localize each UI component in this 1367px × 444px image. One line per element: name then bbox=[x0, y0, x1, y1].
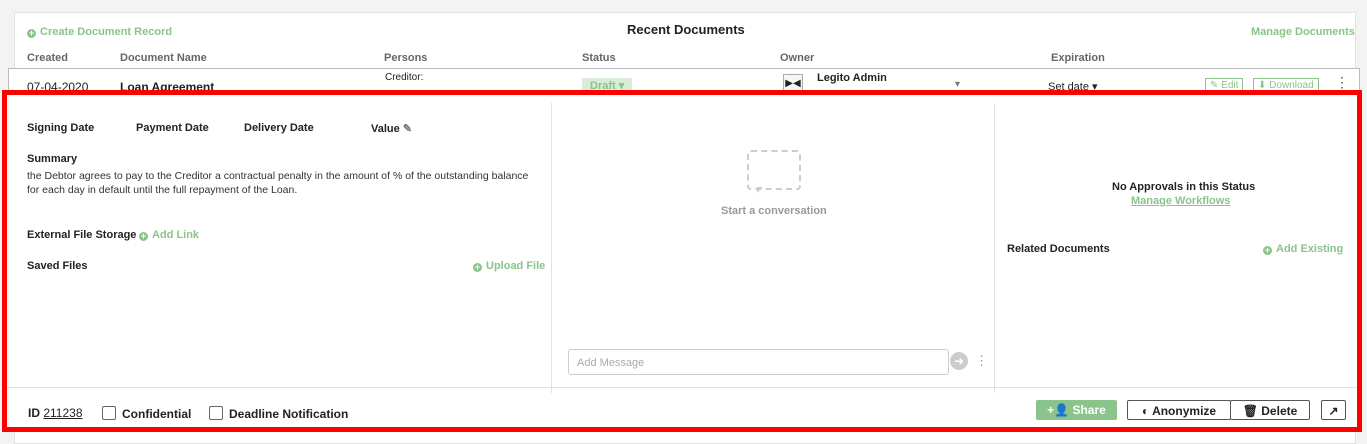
no-approvals-text: No Approvals in this Status bbox=[1112, 181, 1256, 193]
column-header-status[interactable]: Status bbox=[582, 52, 616, 64]
signing-date-field[interactable]: Signing Date bbox=[27, 122, 94, 134]
delete-button[interactable]: 🗑 Delete bbox=[1230, 400, 1310, 420]
column-header-expiration[interactable]: Expiration bbox=[1051, 52, 1105, 64]
divider bbox=[7, 387, 1357, 388]
id-value-link[interactable]: 211238 bbox=[43, 406, 82, 420]
delivery-date-field[interactable]: Delivery Date bbox=[244, 122, 314, 134]
column-header-document-name[interactable]: Document Name bbox=[120, 52, 207, 64]
add-existing-button[interactable]: + Add Existing bbox=[1263, 243, 1343, 255]
related-documents-label: Related Documents bbox=[1007, 243, 1110, 255]
plus-circle-icon: + bbox=[473, 262, 482, 272]
page-title: Recent Documents bbox=[627, 22, 745, 37]
message-options-icon[interactable]: ⋮ bbox=[975, 353, 988, 369]
external-file-storage-label: External File Storage bbox=[27, 229, 137, 241]
add-user-icon: +👤 bbox=[1047, 403, 1070, 417]
row-persons: Creditor: bbox=[385, 72, 424, 83]
confidential-checkbox[interactable]: Confidential bbox=[102, 406, 191, 421]
chat-bubble-tail bbox=[757, 187, 763, 193]
anonymize-label: Anonymize bbox=[1152, 404, 1217, 418]
trash-icon: 🗑 bbox=[1242, 404, 1258, 418]
upload-file-label: Upload File bbox=[486, 260, 546, 272]
add-existing-label: Add Existing bbox=[1276, 243, 1344, 255]
document-id: ID 211238 bbox=[28, 406, 83, 420]
plus-circle-icon: + bbox=[139, 231, 148, 241]
create-document-record-link[interactable]: + Create Document Record bbox=[27, 26, 172, 38]
column-header-owner[interactable]: Owner bbox=[780, 52, 814, 64]
pencil-icon: ✎ bbox=[402, 123, 413, 135]
column-header-created[interactable]: Created bbox=[27, 52, 68, 64]
add-link-button[interactable]: + Add Link bbox=[139, 229, 199, 241]
confidential-label: Confidential bbox=[122, 407, 192, 421]
payment-date-field[interactable]: Payment Date bbox=[136, 122, 209, 134]
anonymize-button[interactable]: ◐ Anonymize bbox=[1127, 400, 1231, 420]
column-header-persons[interactable]: Persons bbox=[384, 52, 427, 64]
plus-circle-icon: + bbox=[1263, 245, 1272, 255]
document-detail-panel: Signing Date Payment Date Delivery Date … bbox=[2, 90, 1362, 432]
checkbox-icon bbox=[102, 406, 116, 420]
deadline-label: Deadline Notification bbox=[229, 407, 349, 421]
plus-circle-icon: + bbox=[27, 28, 36, 38]
summary-label: Summary bbox=[27, 153, 78, 165]
create-document-label: Create Document Record bbox=[40, 26, 173, 38]
add-message-input[interactable]: Add Message bbox=[568, 349, 949, 375]
share-label: Share bbox=[1072, 403, 1106, 417]
send-arrow-icon[interactable]: ➜ bbox=[950, 352, 968, 370]
deadline-notification-checkbox[interactable]: Deadline Notification bbox=[209, 406, 348, 421]
summary-text: the Debtor agrees to pay to the Creditor… bbox=[27, 170, 529, 196]
divider bbox=[994, 103, 995, 393]
add-link-label: Add Link bbox=[152, 229, 200, 241]
divider bbox=[551, 103, 552, 393]
chat-bubble-icon bbox=[747, 150, 801, 190]
checkbox-icon bbox=[209, 406, 223, 420]
delete-label: Delete bbox=[1261, 404, 1298, 418]
open-external-icon[interactable]: ↗ bbox=[1321, 400, 1346, 420]
start-conversation-text: Start a conversation bbox=[721, 205, 827, 217]
upload-file-button[interactable]: + Upload File bbox=[473, 260, 545, 272]
value-label: Value bbox=[371, 123, 400, 135]
shield-icon: ◐ bbox=[1141, 404, 1150, 418]
more-options-icon[interactable]: ⋮ bbox=[1335, 74, 1349, 91]
manage-documents-link[interactable]: Manage Documents bbox=[1251, 26, 1355, 38]
value-field[interactable]: Value ✎ bbox=[371, 122, 412, 135]
saved-files-label: Saved Files bbox=[27, 260, 88, 272]
share-button[interactable]: +👤 Share bbox=[1036, 400, 1117, 420]
row-owner: Legito Admin bbox=[817, 72, 887, 84]
owner-chevron-down-icon[interactable]: ▾ bbox=[955, 79, 960, 90]
id-label: ID bbox=[28, 406, 40, 420]
manage-workflows-link[interactable]: Manage Workflows bbox=[1131, 195, 1230, 207]
